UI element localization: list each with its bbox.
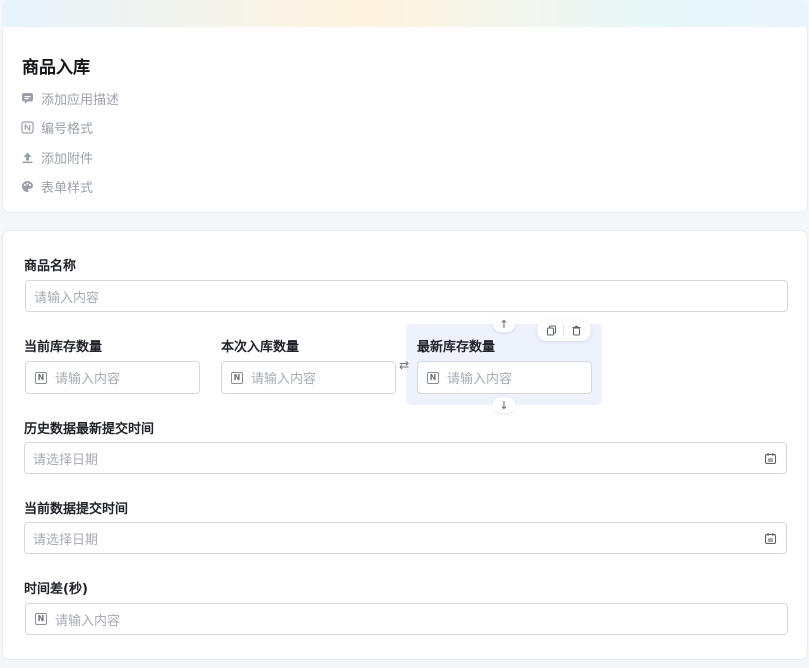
current-submit-time-label: 当前数据提交时间 [24, 502, 129, 517]
inbound-qty-input[interactable]: N 请输入内容 [221, 361, 396, 394]
arrow-up-icon: ↑ [499, 317, 509, 331]
number-format-link[interactable]: 编号格式 [21, 118, 93, 137]
number-format-label: 编号格式 [41, 122, 94, 137]
copy-icon [547, 325, 557, 336]
history-submit-time-label: 历史数据最新提交时间 [24, 422, 155, 437]
current-stock-label: 当前库存数量 [24, 340, 103, 355]
copy-button[interactable] [546, 321, 557, 340]
history-submit-time-picker[interactable]: 请选择日期 [24, 442, 787, 474]
app-info-card: 商品入库 添加应用描述 编号格式 添加附件 表单样式 [2, 27, 808, 213]
current-stock-placeholder: 请输入内容 [55, 372, 121, 387]
form-style-label: 表单样式 [41, 181, 94, 196]
latest-stock-placeholder: 请输入内容 [447, 372, 513, 387]
number-format-icon [21, 121, 34, 134]
time-diff-input[interactable]: N 请输入内容 [25, 603, 788, 635]
app-title: 商品入库 [22, 58, 90, 78]
current-submit-time-placeholder: 请选择日期 [33, 532, 99, 548]
current-submit-time-picker[interactable]: 请选择日期 [24, 522, 787, 554]
current-stock-input[interactable]: N 请输入内容 [25, 361, 200, 394]
number-field-icon: N [35, 613, 47, 625]
field-toolbar [537, 320, 591, 341]
number-field-icon: N [427, 371, 439, 384]
number-field-icon: N [35, 371, 47, 384]
palette-icon [21, 180, 34, 193]
inbound-qty-placeholder: 请输入内容 [251, 372, 317, 387]
comment-icon [21, 92, 34, 105]
inbound-qty-label: 本次入库数量 [221, 340, 300, 355]
trash-icon [572, 325, 581, 336]
form-style-link[interactable]: 表单样式 [21, 177, 93, 196]
add-attachment-label: 添加附件 [41, 152, 94, 167]
history-submit-time-placeholder: 请选择日期 [33, 452, 99, 468]
toolbar-divider [563, 325, 565, 336]
product-name-placeholder: 请输入内容 [34, 290, 100, 306]
move-up-button[interactable]: ↑ [493, 316, 515, 332]
latest-stock-label: 最新库存数量 [417, 340, 496, 355]
product-name-label: 商品名称 [24, 259, 77, 274]
product-name-input[interactable]: 请输入内容 [25, 280, 788, 312]
number-field-icon: N [231, 371, 243, 384]
delete-button[interactable] [571, 321, 582, 340]
add-attachment-link[interactable]: 添加附件 [21, 148, 93, 167]
move-down-button[interactable]: ↓ [493, 397, 515, 413]
arrow-down-icon: ↓ [499, 398, 509, 412]
header-gradient-bar [2, 0, 808, 27]
calendar-icon[interactable] [764, 452, 777, 465]
add-description-label: 添加应用描述 [41, 93, 120, 108]
swap-icon[interactable]: ⇄ [399, 358, 409, 372]
upload-icon [21, 151, 34, 164]
time-diff-label: 时间差(秒) [24, 582, 88, 597]
calendar-icon[interactable] [764, 532, 777, 545]
time-diff-placeholder: 请输入内容 [55, 613, 121, 629]
latest-stock-input[interactable]: N 请输入内容 [417, 361, 592, 394]
add-description-link[interactable]: 添加应用描述 [21, 89, 119, 108]
